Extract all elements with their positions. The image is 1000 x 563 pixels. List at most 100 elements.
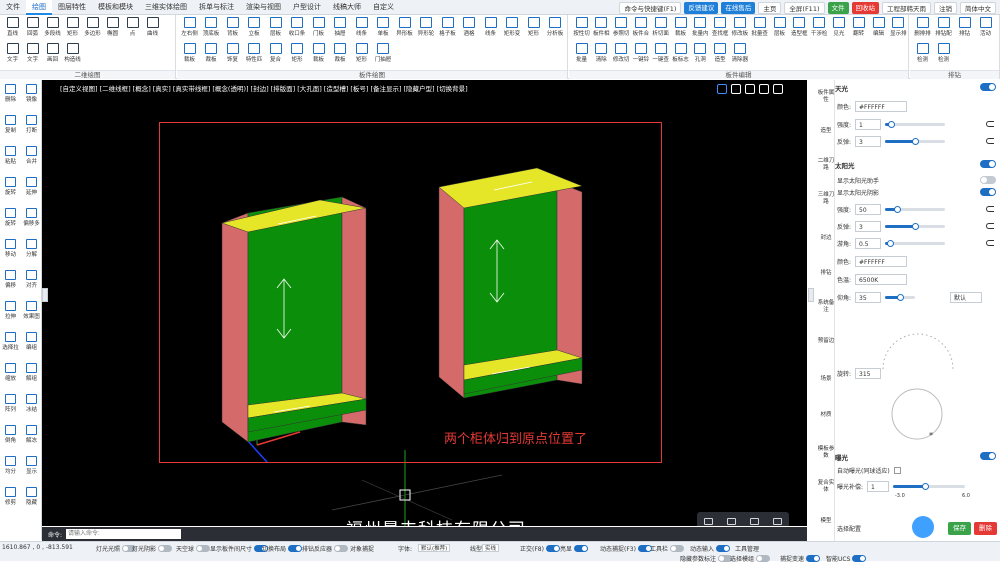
ribbon-button[interactable]: 一键查 — [651, 43, 670, 63]
ribbon-button[interactable]: 矩形变 — [503, 17, 522, 37]
status-item[interactable]: 选择模组 — [730, 554, 771, 563]
ribbon-button[interactable]: 文字 — [3, 43, 22, 63]
home-button[interactable]: 主页 — [758, 1, 782, 14]
ribbon-button[interactable]: 检测 — [913, 43, 932, 63]
ribbon-button[interactable]: 矩形 — [288, 43, 307, 63]
left-tool-button[interactable]: 偏移 — [0, 270, 21, 289]
ribbon-button[interactable]: 立板 — [245, 17, 264, 37]
sun-pitch-slider[interactable] — [885, 294, 916, 301]
sun-light-toggle[interactable] — [980, 160, 996, 168]
ribbon-button[interactable]: 参照切 — [612, 17, 631, 37]
file-button[interactable]: 文件 — [827, 1, 849, 14]
left-tool-button[interactable]: 效果图 — [21, 301, 42, 320]
tab-lines[interactable]: 线稿大师 — [327, 0, 367, 15]
sun-intensity-field[interactable]: 50 — [855, 204, 882, 215]
right-nav-item[interactable]: 模板参数 — [817, 446, 835, 460]
expand-icon[interactable] — [773, 517, 782, 525]
right-nav-item[interactable]: 场景 — [817, 376, 835, 383]
status-item[interactable]: 动态捕捉(F3) — [600, 544, 652, 553]
right-nav-item[interactable]: 模型 — [817, 518, 835, 525]
left-tool-button[interactable]: 均分 — [0, 456, 21, 475]
screenshot-icon[interactable] — [727, 517, 736, 525]
ribbon-button[interactable]: 干涉检 — [810, 17, 829, 37]
feedback-button[interactable]: 反馈建议 — [684, 1, 719, 14]
ribbon-button[interactable]: 矩形 — [524, 17, 543, 37]
ribbon-button[interactable]: 板标志 — [671, 43, 690, 63]
sun-intensity-slider[interactable] — [885, 206, 946, 213]
ribbon-button[interactable]: 修改切 — [612, 43, 631, 63]
right-nav-item[interactable]: 复合实体 — [817, 480, 835, 494]
left-tool-button[interactable]: 解冻 — [21, 425, 42, 444]
left-tool-button[interactable]: 粘贴 — [0, 146, 21, 165]
ribbon-button[interactable]: 裁板 — [671, 17, 690, 37]
ribbon-button[interactable]: 造型框 — [790, 17, 809, 37]
status-toggle[interactable] — [334, 545, 349, 552]
ribbon-button[interactable]: 异形轮 — [417, 17, 436, 37]
status-item[interactable]: 捕捉变速 — [780, 554, 821, 563]
ribbon-button[interactable]: 排钻 — [955, 17, 974, 37]
ribbon-button[interactable]: 造型 — [711, 43, 730, 63]
recycle-button[interactable]: 回收站 — [851, 1, 879, 14]
exposure-comp-field[interactable]: 1 — [867, 481, 890, 492]
camera-icon[interactable] — [704, 517, 713, 525]
ribbon-button[interactable]: 查找框 — [711, 17, 730, 37]
3d-viewport[interactable]: [自定义视图] [二维线框] [概念] [真实] [真实带线框] [概念(透明)] [封边]… — [42, 80, 807, 526]
auto-exposure-checkbox[interactable] — [893, 467, 901, 474]
left-tool-button[interactable]: 对齐 — [21, 270, 42, 289]
ribbon-button[interactable]: 门板 — [309, 17, 328, 37]
tab-layers[interactable]: 图层特性 — [52, 0, 92, 15]
left-tool-button[interactable]: 缩放 — [0, 363, 21, 382]
right-nav-item[interactable]: 预留边 — [817, 338, 835, 345]
tab-3d[interactable]: 三维实体绘图 — [139, 0, 193, 15]
sun-shadow-toggle[interactable] — [980, 188, 996, 196]
ribbon-button[interactable]: 分析板 — [546, 17, 565, 37]
right-nav-item[interactable]: 二维刀路 — [817, 158, 835, 172]
ribbon-button[interactable]: 复合 — [266, 43, 285, 63]
tab-room[interactable]: 户型设计 — [287, 0, 327, 15]
left-tool-button[interactable]: 旋转 — [0, 208, 21, 227]
sun-reflect-slider[interactable] — [885, 223, 946, 230]
right-nav-item[interactable]: 封边 — [817, 235, 835, 242]
left-tool-button[interactable]: 修剪 — [0, 487, 21, 506]
rotate-field[interactable]: 315 — [855, 368, 882, 379]
ribbon-button[interactable]: 板件合 — [631, 17, 650, 37]
ribbon-button[interactable]: 裁板 — [202, 43, 221, 63]
ribbon-button[interactable]: 线条 — [352, 17, 371, 37]
right-collapse-handle[interactable] — [808, 288, 814, 302]
status-item[interactable]: 切换布局 — [262, 544, 303, 553]
ribbon-button[interactable]: 格子板 — [438, 17, 457, 37]
left-tool-button[interactable]: 打断 — [21, 115, 42, 134]
ribbon-button[interactable]: 析切面 — [651, 17, 670, 37]
save-button[interactable]: 保存 — [948, 522, 971, 535]
ribbon-button[interactable]: 单板 — [374, 17, 393, 37]
status-toggle[interactable] — [288, 545, 303, 552]
status-item[interactable]: 显示板件间尺寸 — [210, 544, 269, 553]
ribbon-button[interactable]: 文字 — [23, 43, 42, 63]
sky-intensity-slider[interactable] — [885, 121, 946, 128]
status-toggle[interactable] — [545, 545, 560, 552]
user-name[interactable]: 工程部韩天雨 — [882, 1, 931, 14]
ribbon-button[interactable]: 直线 — [3, 17, 22, 37]
record-icon[interactable] — [750, 517, 759, 525]
sky-reflect-field[interactable]: 3 — [855, 136, 882, 147]
right-nav-item[interactable]: 材质 — [817, 412, 835, 419]
ribbon-button[interactable]: 检测 — [934, 43, 953, 63]
ribbon-button[interactable]: 批量内 — [691, 17, 710, 37]
logout-button[interactable]: 注销 — [934, 1, 957, 14]
status-toggle[interactable] — [670, 545, 685, 552]
right-nav-item[interactable]: 系统备注 — [817, 300, 835, 314]
ribbon-button[interactable]: 回弧 — [23, 17, 42, 37]
fullscreen-button[interactable]: 全屏(F11) — [784, 1, 825, 14]
ribbon-button[interactable]: 矩形 — [63, 17, 82, 37]
right-nav-item[interactable]: 板件属性 — [817, 90, 835, 104]
left-tool-button[interactable]: 复制 — [0, 115, 21, 134]
left-tool-button[interactable]: 倒角 — [0, 425, 21, 444]
ribbon-button[interactable]: 矩形 — [352, 43, 371, 63]
ribbon-button[interactable]: 抽屉 — [331, 17, 350, 37]
ribbon-button[interactable]: 层板 — [266, 17, 285, 37]
ribbon-button[interactable]: 多边形 — [83, 17, 102, 37]
left-tool-button[interactable]: 拉伸 — [0, 301, 21, 320]
delete-button[interactable]: 删除 — [974, 522, 997, 535]
preset-select[interactable]: 默认 — [950, 292, 982, 303]
status-item[interactable]: 工具栏 — [650, 544, 685, 553]
